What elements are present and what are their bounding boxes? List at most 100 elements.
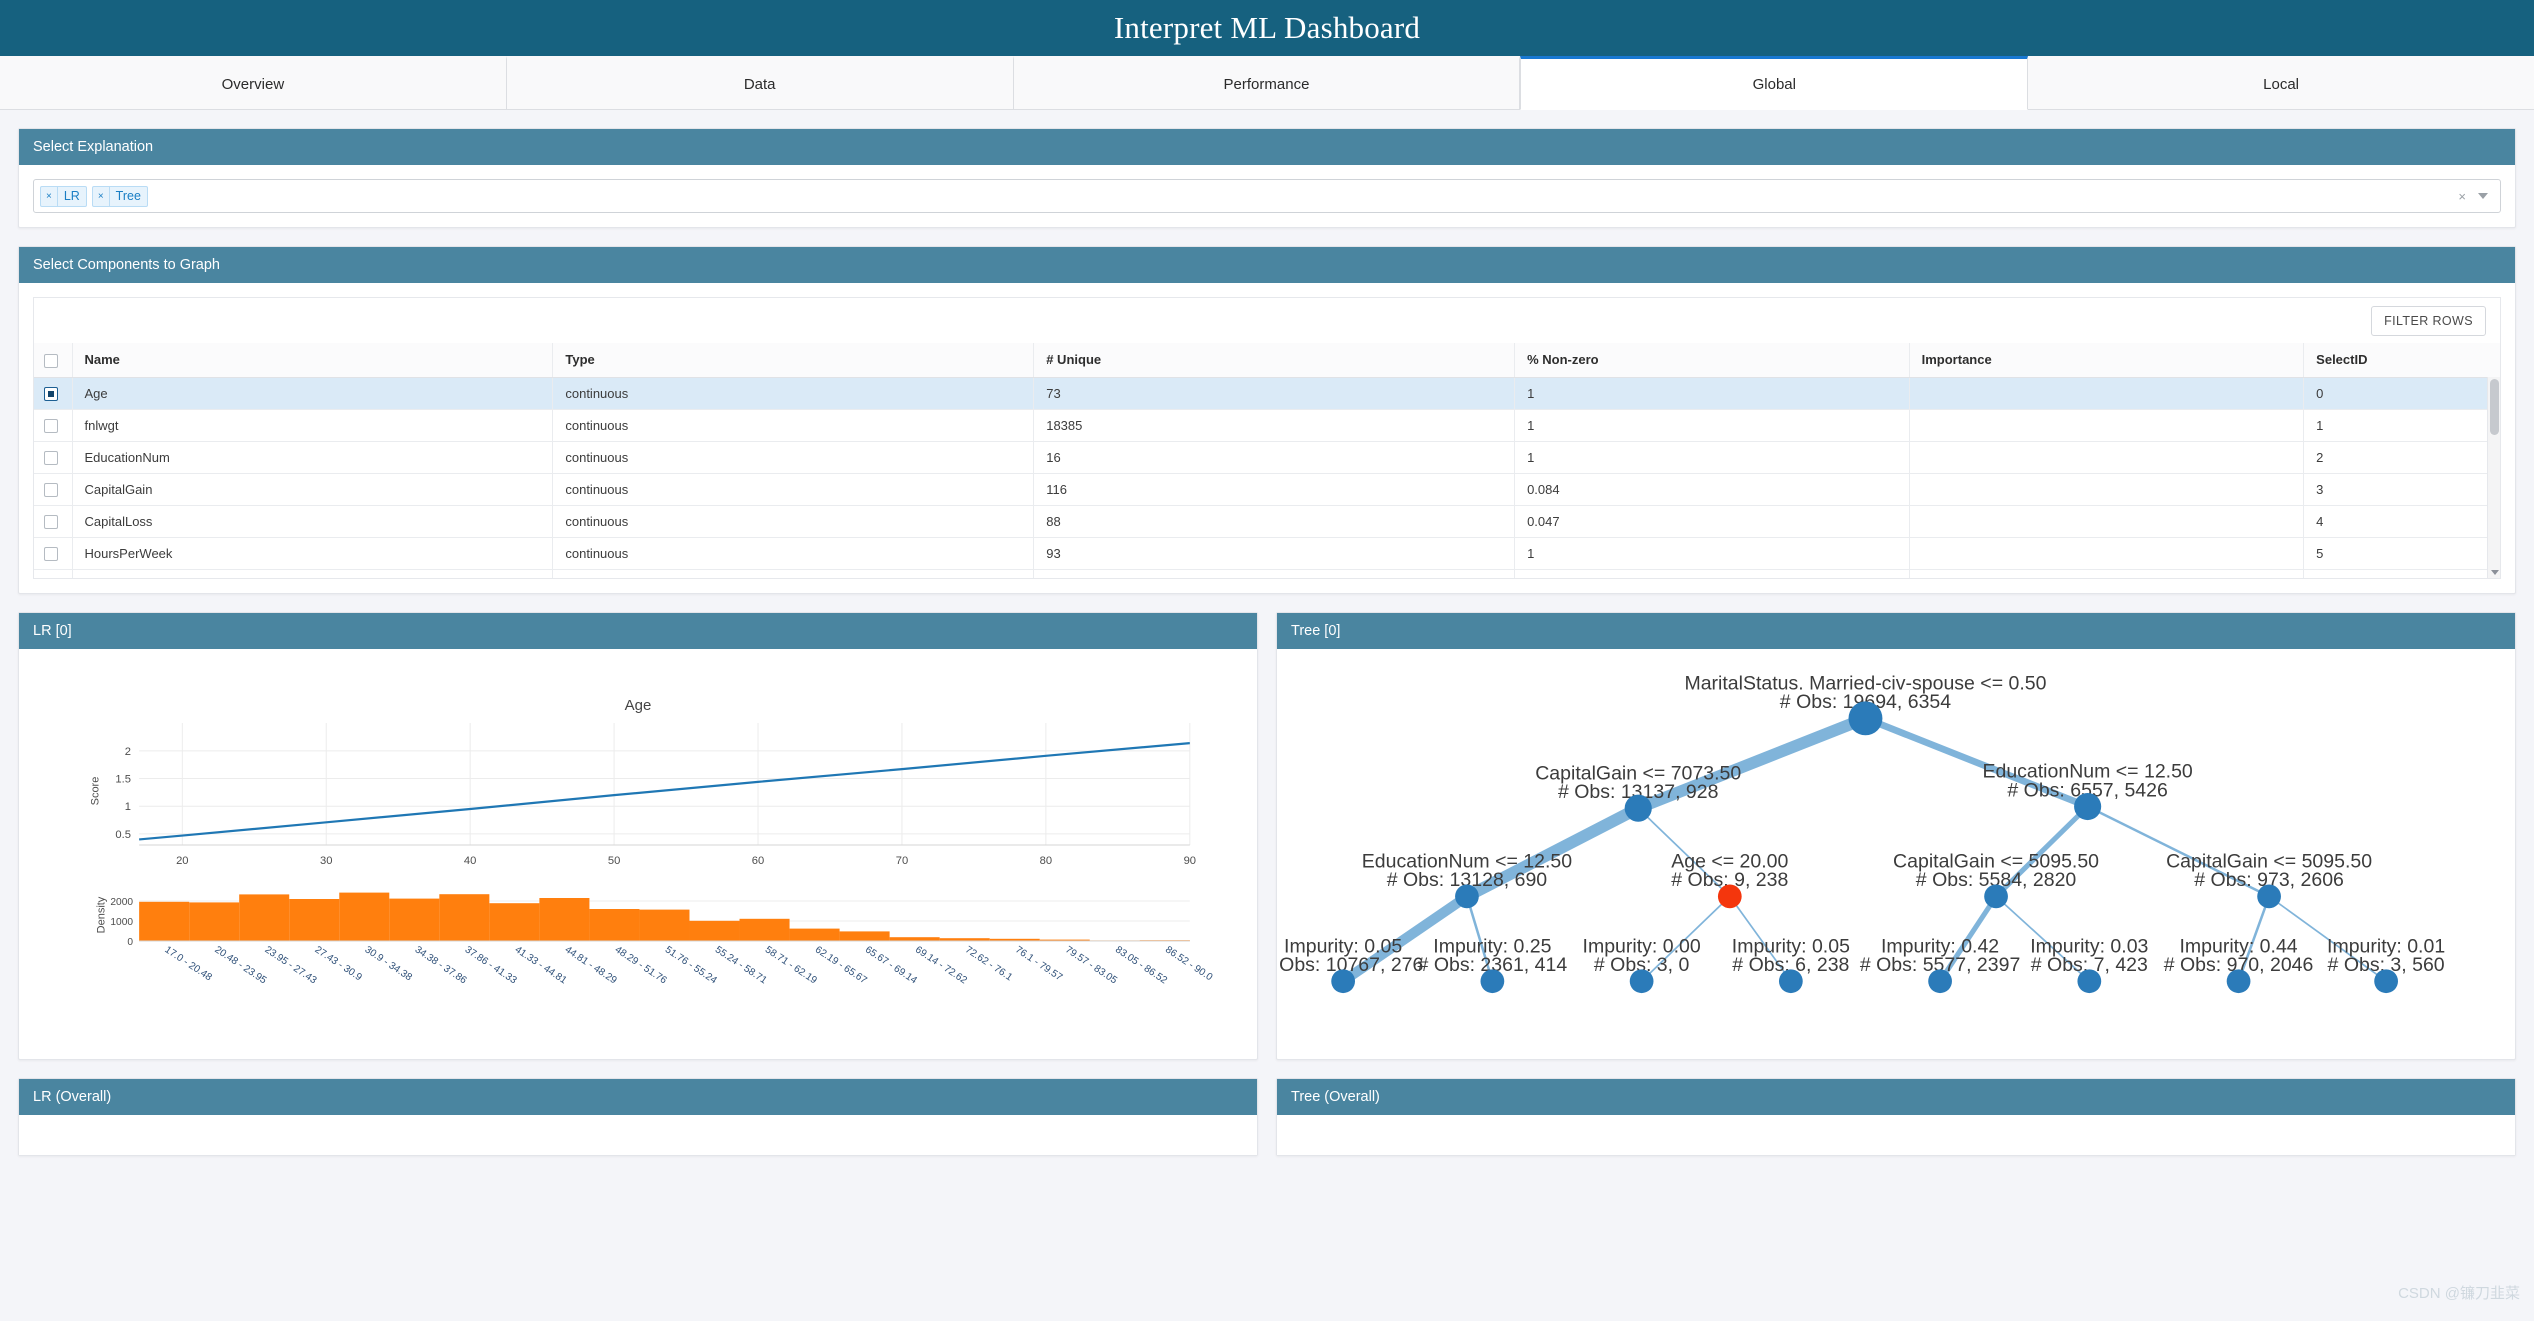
table-row[interactable]: CapitalGain continuous 116 0.084 3 xyxy=(34,473,2500,506)
row-select-cell[interactable] xyxy=(34,473,73,506)
watermark: CSDN @镰刀韭菜 xyxy=(2398,1285,2520,1302)
row-checkbox[interactable] xyxy=(44,450,58,465)
explanation-chip[interactable]: × Tree xyxy=(91,185,148,207)
hist-bar xyxy=(239,894,290,941)
tree-node[interactable] xyxy=(1455,884,1479,909)
hist-x-tick-label: 41.33 - 44.81 xyxy=(513,944,569,986)
column-header-select[interactable] xyxy=(34,343,73,378)
tree-node[interactable] xyxy=(1624,794,1652,822)
scrollbar-thumb[interactable] xyxy=(2490,379,2499,435)
tree-node[interactable] xyxy=(1928,969,1952,994)
table-row[interactable]: HoursPerWeek continuous 93 1 5 xyxy=(34,537,2500,570)
tree-node[interactable] xyxy=(1778,969,1803,994)
tree-diagram-svg: MaritalStatus. Married-civ-spouse <= 0.5… xyxy=(1277,672,2445,994)
explanation-chip[interactable]: × LR xyxy=(40,185,87,207)
row-checkbox[interactable] xyxy=(44,482,58,497)
cell-selectid: 6 xyxy=(2303,569,2500,578)
row-checkbox[interactable] xyxy=(44,546,58,561)
column-header--unique[interactable]: # Unique xyxy=(1033,343,1516,378)
tree-node[interactable] xyxy=(1480,969,1505,994)
hist-bar xyxy=(889,937,940,941)
app-header: Interpret ML Dashboard xyxy=(0,0,2534,56)
lr-y-tick-label: 1.5 xyxy=(115,774,131,786)
hist-x-tick-label: 23.95 - 27.43 xyxy=(263,944,319,986)
tab-data[interactable]: Data xyxy=(506,56,1014,109)
hist-x-tick-label: 17.0 - 20.48 xyxy=(162,944,214,983)
explanation-charts-row: LR [0] Age 0.5 1 1.5 2 20 30 40 50 60 70 80 90 Score… xyxy=(0,612,2534,1078)
tree-node[interactable] xyxy=(1331,969,1356,994)
chip-remove-icon[interactable]: × xyxy=(93,186,110,206)
chevron-down-icon[interactable] xyxy=(2478,193,2488,199)
table-vertical-scrollbar[interactable] xyxy=(2487,377,2500,578)
hist-bar xyxy=(439,894,490,941)
hist-x-tick-label: 34.38 - 37.86 xyxy=(413,944,469,986)
scroll-down-icon[interactable] xyxy=(2491,570,2499,575)
table-row[interactable]: EducationNum continuous 16 1 2 xyxy=(34,441,2500,474)
row-select-cell[interactable] xyxy=(34,537,73,570)
tab-overview[interactable]: Overview xyxy=(0,56,507,109)
explanation-multiselect[interactable]: × LR × Tree × xyxy=(33,179,2501,213)
hist-x-tick-label: 55.24 - 58.71 xyxy=(713,944,769,986)
row-select-cell[interactable] xyxy=(34,569,73,578)
lr-chart-body: Age 0.5 1 1.5 2 20 30 40 50 60 70 80 90 Score 0 1000 20… xyxy=(19,649,1257,1059)
column-header-selectid[interactable]: SelectID xyxy=(2303,343,2500,378)
cell-type: continuous xyxy=(552,473,1035,506)
lr-x-tick-label: 30 xyxy=(320,855,332,867)
chip-label: LR xyxy=(63,189,80,203)
tab-performance[interactable]: Performance xyxy=(1013,56,1521,109)
column-header-importance[interactable]: Importance xyxy=(1909,343,2305,378)
hist-y-tick-label: 2000 xyxy=(110,897,133,908)
row-checkbox[interactable] xyxy=(44,514,58,529)
select-explanation-panel: Select Explanation × LR × Tree × xyxy=(18,128,2516,228)
lr-x-tick-label: 20 xyxy=(176,855,188,867)
column-header-name[interactable]: Name xyxy=(72,343,554,378)
cell-name: CapitalLoss xyxy=(72,505,554,538)
tree-node[interactable] xyxy=(2074,792,2102,821)
cell-nonzero: 1 xyxy=(1514,537,1910,570)
cell-selectid: 3 xyxy=(2303,473,2500,506)
tab-global[interactable]: Global xyxy=(1520,56,2029,110)
column-header--non-zero[interactable]: % Non-zero xyxy=(1514,343,1910,378)
tab-label: Data xyxy=(743,75,776,93)
components-table: Name Type # Unique% Non-zero Importance Sele… xyxy=(34,343,2500,578)
table-row[interactable]: CapitalLoss continuous 88 0.047 4 xyxy=(34,505,2500,538)
tree-node[interactable] xyxy=(1984,884,2008,909)
lr-y-tick-label: 2 xyxy=(125,746,131,758)
row-select-cell[interactable] xyxy=(34,441,73,474)
row-select-cell[interactable] xyxy=(34,409,73,442)
hist-bar xyxy=(289,899,340,941)
table-row[interactable]: WorkClass. ?categorical20.056 6 xyxy=(34,569,2500,578)
row-select-cell[interactable] xyxy=(34,377,73,410)
overall-charts-row: LR (Overall) Tree (Overall) xyxy=(0,1078,2534,1156)
lr-chart-svg: 0.5 1 1.5 2 20 30 40 50 60 70 80 90 Score 0 1000 2000 17… xyxy=(89,723,1215,987)
chip-remove-icon[interactable]: × xyxy=(41,186,58,206)
tree-node[interactable] xyxy=(2077,969,2102,994)
clear-all-icon[interactable]: × xyxy=(2458,189,2466,204)
tree-node[interactable] xyxy=(1629,969,1654,994)
table-row[interactable]: Age continuous 73 1 0 xyxy=(34,377,2500,410)
table-row[interactable]: fnlwgt continuous 18385 1 1 xyxy=(34,409,2500,442)
row-checkbox[interactable] xyxy=(44,418,58,433)
column-header-type[interactable]: Type xyxy=(552,343,1035,378)
cell-name: EducationNum xyxy=(72,441,554,474)
filter-rows-button[interactable]: FILTER ROWS xyxy=(2371,305,2486,336)
tree-node[interactable] xyxy=(2226,969,2251,994)
row-select-cell[interactable] xyxy=(34,505,73,538)
hist-x-tick-label: 37.86 - 41.33 xyxy=(463,944,519,986)
hist-x-tick-label: 20.48 - 23.95 xyxy=(212,944,268,986)
row-checkbox[interactable] xyxy=(44,386,58,401)
lr-y-axis-label: Score xyxy=(89,777,101,806)
hist-x-tick-label: 27.43 - 30.9 xyxy=(313,944,365,983)
hist-bar xyxy=(739,918,790,941)
tree-node[interactable] xyxy=(1717,884,1742,909)
select-all-checkbox[interactable] xyxy=(44,353,58,368)
tree-node[interactable] xyxy=(2257,884,2281,909)
hist-bar xyxy=(689,920,740,941)
cell-name: Age xyxy=(72,377,554,410)
tree-explanation-panel: Tree [0] MaritalStatus. Married-civ-spou… xyxy=(1276,612,2516,1060)
cell-unique: 16 xyxy=(1033,441,1516,474)
tree-node[interactable] xyxy=(1848,701,1883,736)
tab-local[interactable]: Local xyxy=(2028,56,2534,109)
tree-node[interactable] xyxy=(2374,969,2398,994)
tab-label: Overview xyxy=(221,75,285,93)
